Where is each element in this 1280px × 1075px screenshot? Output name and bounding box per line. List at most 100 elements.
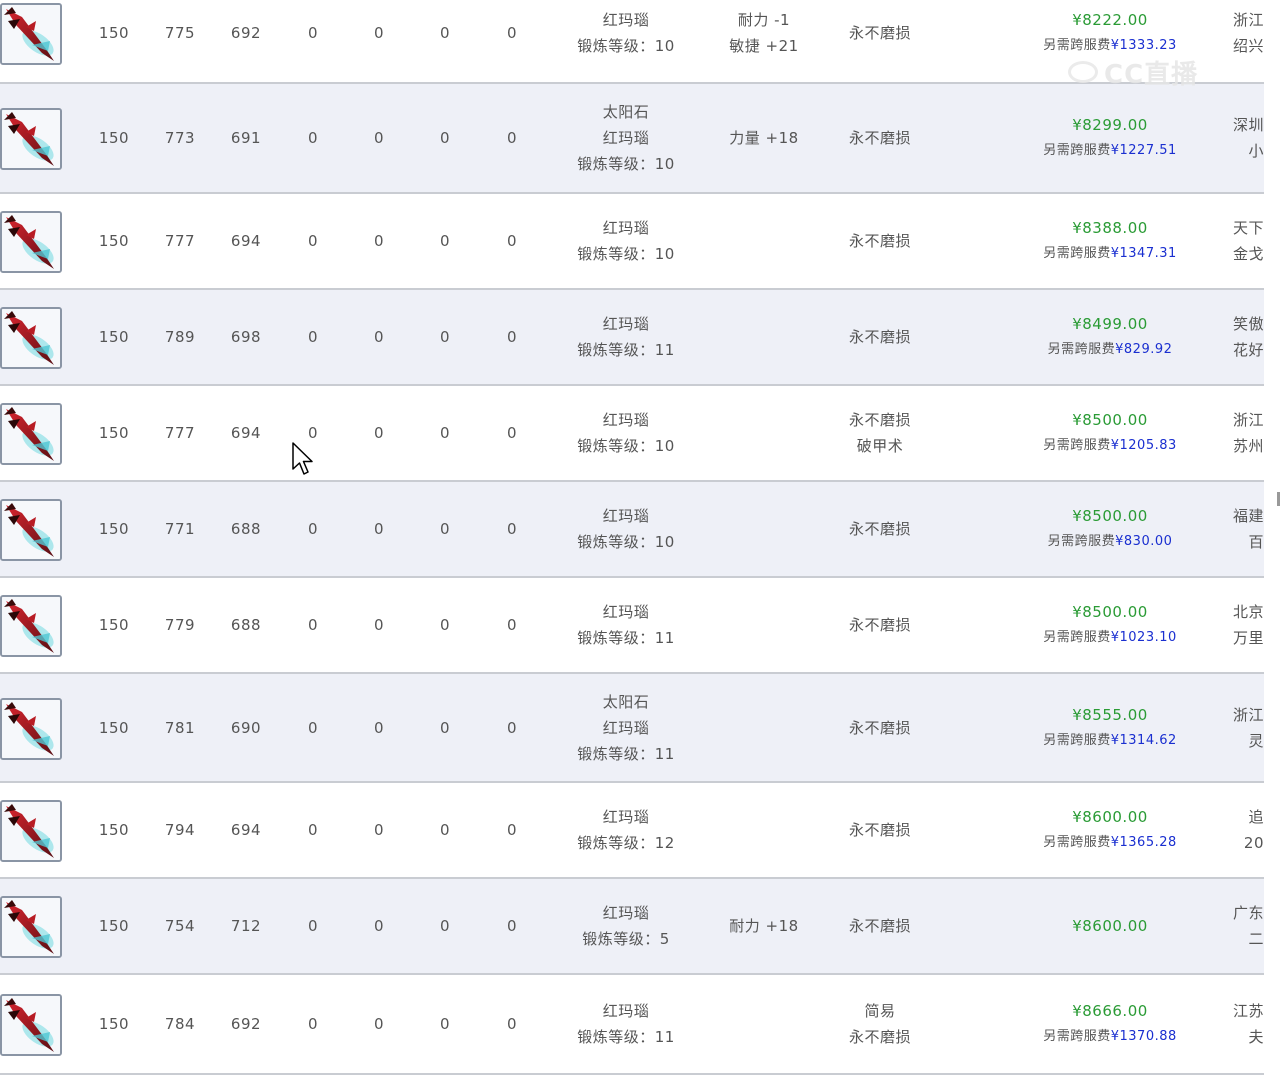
price-cell[interactable]: ¥8499.00 另需跨服费¥829.92 [1000, 290, 1220, 384]
weapon-claw-icon[interactable] [0, 994, 62, 1056]
zero-cell: 0 [439, 328, 451, 346]
price: ¥8222.00 [1072, 11, 1148, 29]
zero-cell: 0 [439, 616, 451, 634]
table-row[interactable]: 150 781 690 0 0 0 0 太阳石 红玛瑙 锻炼等级：11 永不磨损 ¥… [0, 674, 1264, 783]
level-cell: 150 [98, 232, 130, 250]
weapon-claw-icon[interactable] [0, 800, 62, 862]
zero-cell: 0 [307, 328, 319, 346]
gem-line: 锻炼等级：11 [577, 744, 675, 763]
durability-line: 永不磨损 [848, 232, 911, 250]
stat-cell: 688 [230, 520, 262, 538]
server-line: 百 [1248, 533, 1264, 551]
weapon-claw-icon[interactable] [0, 403, 62, 465]
weapon-claw-icon[interactable] [0, 595, 62, 657]
fee-amount: ¥1227.51 [1110, 143, 1177, 158]
server-line: 福建 [1232, 507, 1264, 525]
fee-amount: ¥1365.28 [1110, 835, 1177, 850]
level-cell: 150 [98, 24, 130, 42]
stat-cell: 712 [230, 917, 262, 935]
level-cell: 150 [98, 616, 130, 634]
scrollbar-track[interactable] [1264, 0, 1280, 1048]
zero-cell: 0 [373, 917, 385, 935]
table-row[interactable]: 150 784 692 0 0 0 0 红玛瑙 锻炼等级：11 简易 永不磨损 ¥8… [0, 975, 1264, 1075]
zero-cell: 0 [373, 1015, 385, 1033]
table-row[interactable]: 150 754 712 0 0 0 0 红玛瑙 锻炼等级：5 耐力 +18 永不磨… [0, 879, 1264, 975]
zero-cell: 0 [506, 232, 518, 250]
table-row[interactable]: 150 771 688 0 0 0 0 红玛瑙 锻炼等级：10 永不磨损 ¥850… [0, 482, 1264, 578]
gem-cell: 红玛瑙 锻炼等级：10 [540, 386, 712, 480]
durability-line: 永不磨损 [848, 129, 911, 147]
gem-line: 锻炼等级：5 [582, 930, 670, 948]
durability-cell: 简易 永不磨损 [818, 975, 942, 1073]
server-line: 夫 [1248, 1028, 1264, 1046]
zero-cell: 0 [373, 328, 385, 346]
stat-cell: 690 [230, 718, 262, 737]
table-row[interactable]: 150 777 694 0 0 0 0 红玛瑙 锻炼等级：10 永不磨损 ¥838… [0, 194, 1264, 290]
gem-line: 红玛瑙 [602, 219, 650, 237]
price-cell[interactable]: ¥8500.00 另需跨服费¥1023.10 [1000, 578, 1220, 672]
zero-cell: 0 [307, 520, 319, 538]
zero-cell: 0 [307, 917, 319, 935]
attribute-line: 敏捷 +21 [729, 37, 799, 55]
weapon-claw-icon[interactable] [0, 698, 62, 760]
zero-cell: 0 [506, 129, 518, 147]
durability-cell: 永不磨损 [818, 879, 942, 973]
attack-cell: 777 [164, 232, 196, 250]
weapon-claw-icon[interactable] [0, 3, 62, 65]
gem-line: 红玛瑙 [602, 1002, 650, 1020]
zero-cell: 0 [506, 917, 518, 935]
price-cell[interactable]: ¥8500.00 另需跨服费¥1205.83 [1000, 386, 1220, 480]
attribute-line: 耐力 +18 [729, 917, 799, 935]
zero-cell: 0 [307, 821, 319, 839]
weapon-claw-icon[interactable] [0, 211, 62, 273]
gem-line: 锻炼等级：12 [577, 834, 675, 852]
server-cell: 北京 万里 [1224, 578, 1264, 672]
gem-line: 锻炼等级：11 [577, 341, 675, 359]
zero-cell: 0 [373, 616, 385, 634]
server-cell: 浙江 苏州 [1224, 386, 1264, 480]
weapon-claw-icon[interactable] [0, 108, 62, 170]
server-line: 深圳 [1232, 116, 1264, 134]
server-cell: 天下 金戈 [1224, 194, 1264, 288]
attack-cell: 777 [164, 424, 196, 442]
stat-cell: 694 [230, 232, 262, 250]
durability-cell: 永不磨损 [818, 482, 942, 576]
table-row[interactable]: 150 777 694 0 0 0 0 红玛瑙 锻炼等级：10 永不磨损 破甲术 ¥… [0, 386, 1264, 482]
table-row[interactable]: 150 794 694 0 0 0 0 红玛瑙 锻炼等级：12 永不磨损 ¥860… [0, 783, 1264, 879]
attribute-cell [712, 194, 816, 288]
zero-cell: 0 [439, 718, 451, 737]
table-row[interactable]: 150 789 698 0 0 0 0 红玛瑙 锻炼等级：11 永不磨损 ¥849… [0, 290, 1264, 386]
server-line: 江苏 [1232, 1002, 1264, 1020]
gem-line: 红玛瑙 [602, 904, 650, 922]
attribute-cell [712, 386, 816, 480]
gem-line: 太阳石 [602, 692, 650, 711]
zero-cell: 0 [373, 424, 385, 442]
table-row[interactable]: 150 779 688 0 0 0 0 红玛瑙 锻炼等级：11 永不磨损 ¥850… [0, 578, 1264, 674]
gem-cell: 红玛瑙 锻炼等级：12 [540, 783, 712, 877]
server-line: 浙江 [1232, 11, 1264, 29]
zero-cell: 0 [307, 718, 319, 737]
durability-line: 永不磨损 [848, 24, 911, 42]
level-cell: 150 [98, 424, 130, 442]
weapon-claw-icon[interactable] [0, 896, 62, 958]
durability-line: 永不磨损 [848, 411, 911, 429]
durability-cell: 永不磨损 [818, 578, 942, 672]
zero-cell: 0 [439, 520, 451, 538]
durability-line: 破甲术 [856, 437, 904, 455]
price-cell[interactable]: ¥8600.00 [1000, 879, 1220, 973]
weapon-claw-icon[interactable] [0, 307, 62, 369]
server-line: 二 [1248, 930, 1264, 948]
zero-cell: 0 [506, 424, 518, 442]
price-cell[interactable]: ¥8299.00 另需跨服费¥1227.51 [1000, 84, 1220, 192]
price-cell[interactable]: ¥8500.00 另需跨服费¥830.00 [1000, 482, 1220, 576]
attribute-cell: 耐力 -1 敏捷 +21 [712, 0, 816, 82]
server-cell: 广东二 [1224, 879, 1264, 973]
price-cell[interactable]: ¥8388.00 另需跨服费¥1347.31 [1000, 194, 1220, 288]
table-row[interactable]: 150 773 691 0 0 0 0 太阳石 红玛瑙 锻炼等级：10 力量 +18… [0, 84, 1264, 194]
weapon-claw-icon[interactable] [0, 499, 62, 561]
price-cell[interactable]: ¥8600.00 另需跨服费¥1365.28 [1000, 783, 1220, 877]
durability-cell: 永不磨损 [818, 0, 942, 82]
price-cell[interactable]: ¥8555.00 另需跨服费¥1314.62 [1000, 674, 1220, 781]
durability-cell: 永不磨损 [818, 194, 942, 288]
price-cell[interactable]: ¥8666.00 另需跨服费¥1370.88 [1000, 975, 1220, 1073]
